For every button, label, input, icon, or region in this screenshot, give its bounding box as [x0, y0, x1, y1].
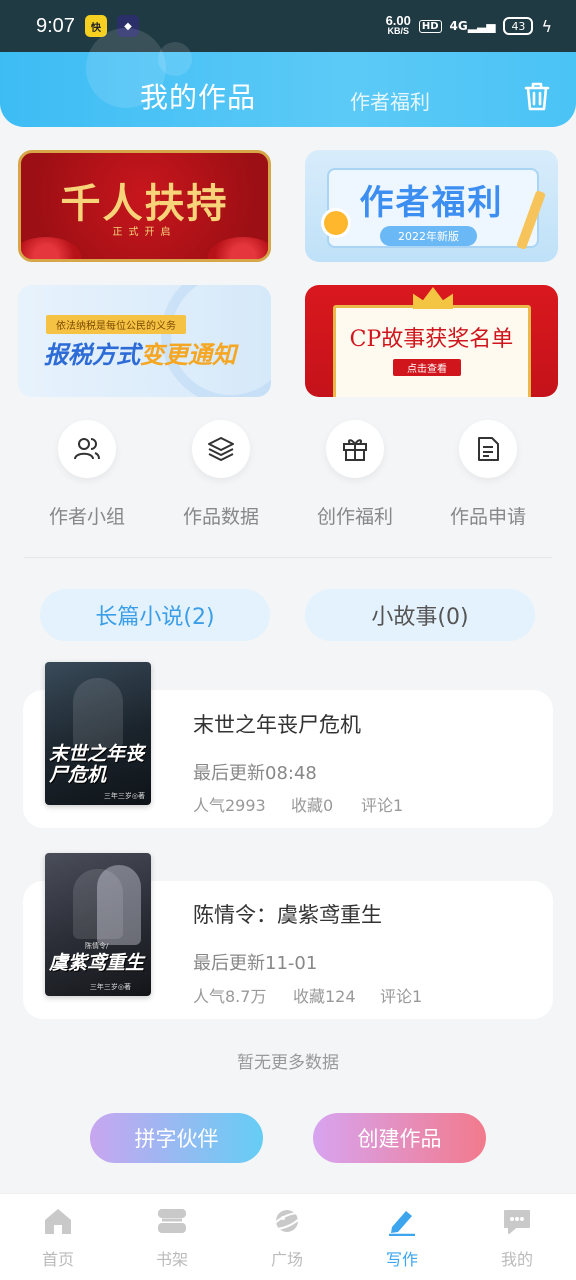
work-popularity: 人气2993: [193, 796, 266, 815]
banner-subtitle: 正式开启: [112, 227, 177, 238]
partner-button[interactable]: 拼字伙伴: [90, 1113, 263, 1163]
bottom-nav: 首页 书架 广场 写作 我的: [0, 1193, 576, 1280]
users-icon: [58, 420, 116, 478]
status-indicators: 6.00 KB/S HD 4G▂▃▅ 43 ϟ: [385, 13, 552, 37]
work-title[interactable]: 陈情令：虞紫鸢重生: [193, 899, 382, 929]
work-last-update: 最后更新08:48: [193, 763, 317, 784]
work-favorites: 收藏0: [291, 796, 334, 815]
hd-icon: HD: [418, 19, 442, 33]
nav-write[interactable]: 写作: [362, 1206, 442, 1270]
work-last-update: 最后更新11-01: [193, 953, 318, 974]
quick-action-author-group[interactable]: 作者小组: [37, 420, 137, 529]
tab-author-welfare[interactable]: 作者福利: [350, 86, 430, 115]
chat-bubble-icon: [501, 1206, 533, 1236]
pencil-icon: [386, 1206, 418, 1236]
charging-icon: ϟ: [541, 16, 552, 36]
no-more-data-text: 暂无更多数据: [237, 1053, 339, 1073]
clock-icon: [321, 208, 351, 238]
divider: [24, 557, 552, 558]
gift-icon: [326, 420, 384, 478]
banner-title: CP故事获奖名单: [349, 327, 514, 352]
top-header: 我的作品 作者福利: [0, 28, 576, 127]
nav-home[interactable]: 首页: [18, 1206, 98, 1270]
document-icon: [459, 420, 517, 478]
banner-author-welfare[interactable]: 作者福利 2022年新版: [305, 150, 558, 262]
planet-icon: [271, 1206, 303, 1236]
cover-title: 虞紫鸢重生: [49, 952, 145, 974]
banner-cp-awards[interactable]: CP故事获奖名单 点击查看: [305, 285, 558, 397]
banner-title: 报税方式变更通知: [44, 341, 236, 369]
work-title[interactable]: 末世之年丧尸危机: [193, 709, 361, 739]
banner-thousand-support[interactable]: 千人扶持 正式开启: [18, 150, 271, 262]
nav-mine[interactable]: 我的: [477, 1206, 557, 1270]
home-icon: [42, 1206, 74, 1236]
nav-plaza[interactable]: 广场: [247, 1206, 327, 1270]
book-cover[interactable]: 末世之年丧尸危机 三年三岁◎著: [45, 662, 151, 805]
tab-my-works[interactable]: 我的作品: [140, 76, 256, 116]
status-bar: 9:07 快 ◆ 6.00 KB/S HD 4G▂▃▅ 43 ϟ: [0, 0, 576, 52]
nav-bookshelf[interactable]: 书架: [132, 1206, 212, 1270]
tab-short-stories[interactable]: 小故事(0): [305, 589, 535, 641]
quick-action-works-data[interactable]: 作品数据: [171, 420, 271, 529]
net-speed: 6.00 KB/S: [385, 13, 411, 36]
banner-title: 作者福利: [359, 182, 504, 223]
signal-icon: 4G▂▃▅: [449, 19, 496, 33]
trash-icon[interactable]: [522, 80, 552, 112]
cover-subtitle: 陈情令/: [85, 942, 109, 950]
cover-author: 三年三岁◎著: [89, 983, 131, 991]
banner-tag: 依法纳税是每位公民的义务: [46, 315, 186, 334]
quick-action-works-application[interactable]: 作品申请: [438, 420, 538, 529]
work-comments: 评论1: [361, 796, 404, 815]
book-cover[interactable]: 陈情令/ 虞紫鸢重生 三年三岁◎著: [45, 853, 151, 996]
bookshelf-icon: [156, 1206, 188, 1236]
layers-icon: [192, 420, 250, 478]
banner-badge: 2022年新版: [380, 226, 477, 246]
create-work-button[interactable]: 创建作品: [313, 1113, 486, 1163]
crown-icon: [413, 287, 453, 309]
status-time: 9:07: [36, 14, 75, 37]
work-comments: 评论1: [380, 987, 423, 1006]
work-popularity: 人气8.7万: [193, 987, 267, 1006]
cover-author: 三年三岁◎著: [103, 792, 145, 800]
work-favorites: 收藏124: [293, 987, 356, 1006]
banner-title: 千人扶持: [60, 180, 229, 227]
cover-title: 末世之年丧尸危机: [49, 743, 145, 786]
banner-tax-notice[interactable]: 依法纳税是每位公民的义务 报税方式变更通知: [18, 285, 271, 397]
battery-icon: 43: [503, 17, 534, 35]
banner-view-button: 点击查看: [393, 359, 461, 376]
tab-long-novels[interactable]: 长篇小说(2): [40, 589, 270, 641]
quick-action-creation-welfare[interactable]: 创作福利: [305, 420, 405, 529]
